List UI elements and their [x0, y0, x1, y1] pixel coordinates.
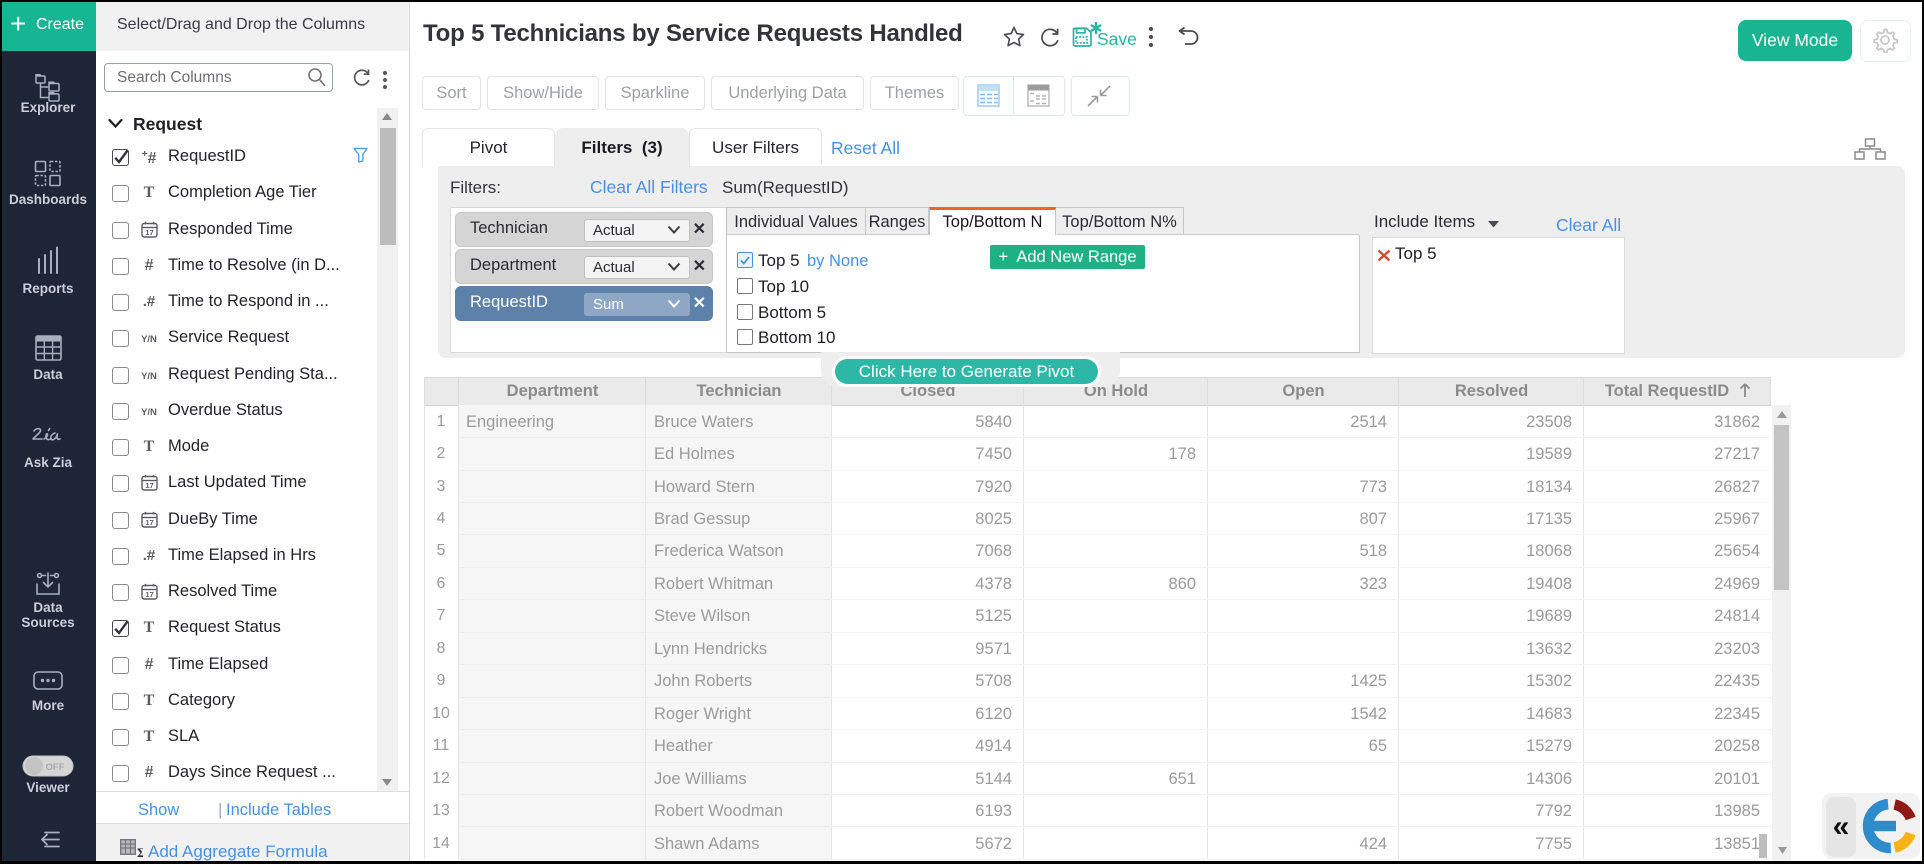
svg-text:17: 17	[145, 228, 153, 237]
svg-text:OFF: OFF	[46, 762, 65, 773]
svg-text:17: 17	[145, 481, 153, 490]
svg-text:17: 17	[145, 590, 153, 599]
svg-text:17: 17	[145, 518, 153, 527]
svg-text:Σ: Σ	[137, 845, 143, 858]
